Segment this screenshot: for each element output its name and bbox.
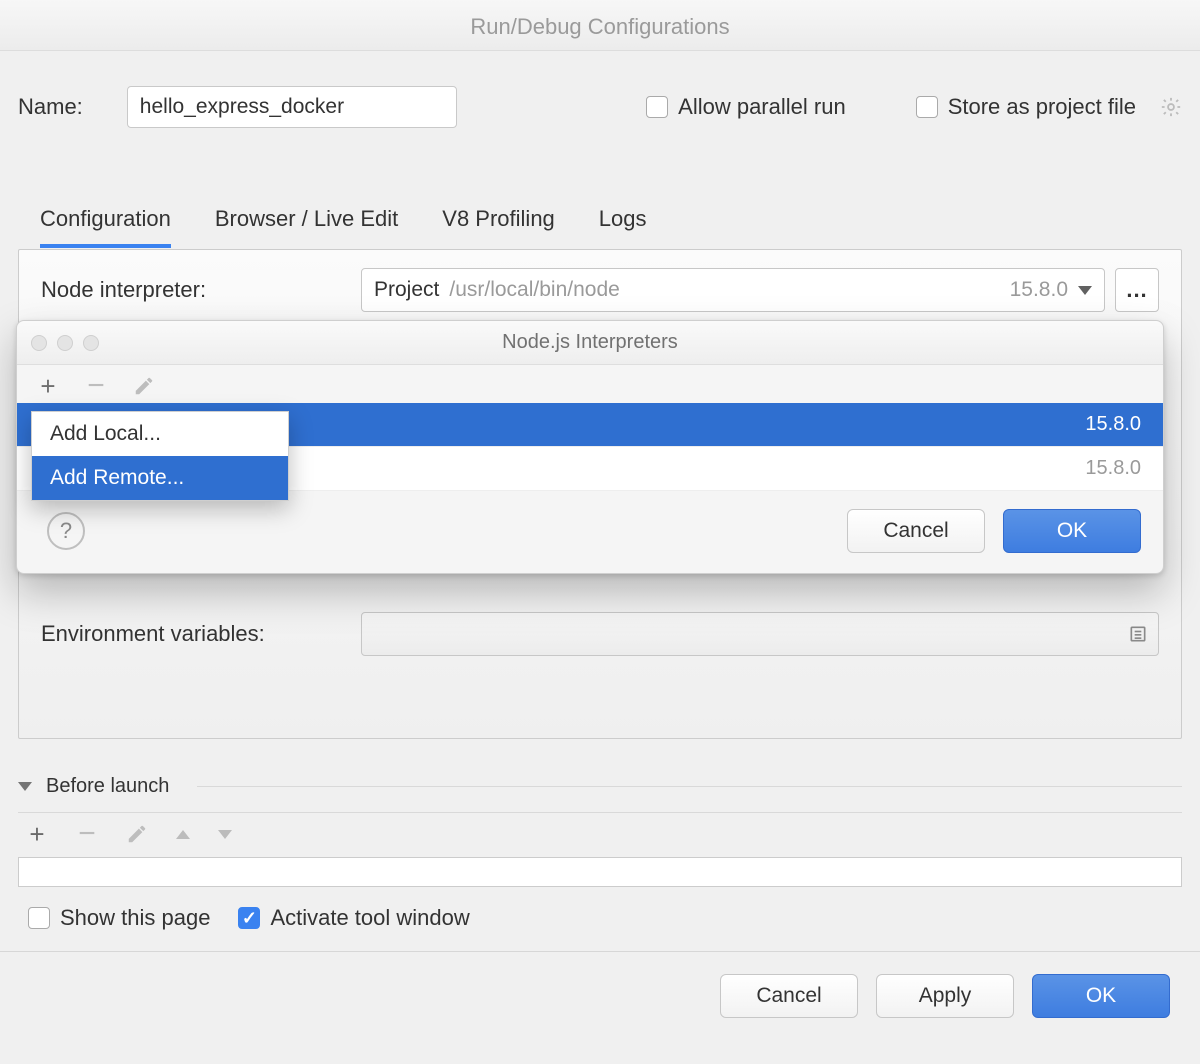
name-label: Name: <box>18 94 83 120</box>
window-controls[interactable] <box>17 335 99 351</box>
allow-parallel-checkbox[interactable]: Allow parallel run <box>646 94 846 120</box>
dialog-body: Name: Allow parallel run Store as projec… <box>0 51 1200 1018</box>
tab-logs[interactable]: Logs <box>599 198 647 248</box>
bl-edit-button <box>126 823 148 845</box>
config-tabs: Configuration Browser / Live Edit V8 Pro… <box>18 198 1182 249</box>
env-vars-field[interactable] <box>361 612 1159 656</box>
before-launch-list[interactable] <box>18 857 1182 887</box>
interpreters-modal: Node.js Interpreters + − in/node 15.8.0 … <box>16 320 1164 574</box>
dialog-title: Run/Debug Configurations <box>0 0 1200 51</box>
modal-toolbar: + − <box>17 365 1163 403</box>
name-row: Name: Allow parallel run Store as projec… <box>0 51 1200 138</box>
menu-add-remote[interactable]: Add Remote... <box>32 456 288 500</box>
chevron-down-icon <box>18 782 32 791</box>
add-context-menu: Add Local... Add Remote... <box>31 411 289 501</box>
checkbox-unchecked-icon <box>646 96 668 118</box>
interpreter-path: /usr/local/bin/node <box>449 278 619 302</box>
remove-button[interactable]: − <box>85 375 107 397</box>
modal-ok-button[interactable]: OK <box>1003 509 1141 553</box>
divider <box>197 786 1182 787</box>
node-interpreter-row: Node interpreter: Project /usr/local/bin… <box>41 268 1159 312</box>
chevron-down-icon <box>1078 286 1092 295</box>
before-launch-section: Before launch + − Show this page Activat… <box>18 775 1182 931</box>
checkbox-checked-icon <box>238 907 260 929</box>
store-as-project-label: Store as project file <box>948 94 1136 120</box>
name-input[interactable] <box>127 86 457 128</box>
cancel-button[interactable]: Cancel <box>720 974 858 1018</box>
activate-tool-window-label: Activate tool window <box>270 905 469 931</box>
window-minimize-icon[interactable] <box>57 335 73 351</box>
modal-cancel-button[interactable]: Cancel <box>847 509 985 553</box>
modal-title: Node.js Interpreters <box>17 331 1163 354</box>
edit-button[interactable] <box>133 375 155 397</box>
before-launch-options: Show this page Activate tool window <box>18 905 1182 931</box>
list-icon <box>1128 624 1148 644</box>
tab-v8-profiling[interactable]: V8 Profiling <box>442 198 555 248</box>
before-launch-header[interactable]: Before launch <box>18 775 1182 798</box>
bl-remove-button: − <box>76 823 98 845</box>
before-launch-title: Before launch <box>46 775 169 798</box>
modal-titlebar[interactable]: Node.js Interpreters <box>17 321 1163 365</box>
checkbox-unchecked-icon <box>916 96 938 118</box>
interpreter-version: 15.8.0 <box>1010 278 1068 302</box>
window-zoom-icon[interactable] <box>83 335 99 351</box>
allow-parallel-label: Allow parallel run <box>678 94 846 120</box>
menu-add-local[interactable]: Add Local... <box>32 412 288 456</box>
bl-add-button[interactable]: + <box>26 823 48 845</box>
show-this-page-checkbox[interactable]: Show this page <box>28 905 210 931</box>
interpreter-version: 15.8.0 <box>1085 413 1141 436</box>
tab-configuration[interactable]: Configuration <box>40 198 171 248</box>
add-button[interactable]: + <box>37 375 59 397</box>
arrow-down-icon <box>218 830 232 839</box>
before-launch-toolbar: + − <box>18 812 1182 855</box>
gear-icon[interactable] <box>1160 96 1182 118</box>
dialog-footer: Cancel Apply OK <box>0 952 1200 1018</box>
node-interpreter-combo[interactable]: Project /usr/local/bin/node 15.8.0 <box>361 268 1105 312</box>
help-icon[interactable]: ? <box>47 512 85 550</box>
modal-button-row: ? Cancel OK <box>17 491 1163 573</box>
apply-button[interactable]: Apply <box>876 974 1014 1018</box>
show-this-page-label: Show this page <box>60 905 210 931</box>
interpreter-version: 15.8.0 <box>1085 457 1141 480</box>
activate-tool-window-checkbox[interactable]: Activate tool window <box>238 905 469 931</box>
env-vars-label: Environment variables: <box>41 621 361 647</box>
browse-button[interactable]: ... <box>1115 268 1159 312</box>
arrow-up-icon <box>176 830 190 839</box>
tab-browser-live-edit[interactable]: Browser / Live Edit <box>215 198 398 248</box>
node-interpreter-label: Node interpreter: <box>41 277 361 303</box>
window-close-icon[interactable] <box>31 335 47 351</box>
store-as-project-checkbox[interactable]: Store as project file <box>916 94 1136 120</box>
interpreter-prefix: Project <box>374 278 439 302</box>
ok-button[interactable]: OK <box>1032 974 1170 1018</box>
checkbox-unchecked-icon <box>28 907 50 929</box>
env-vars-row: Environment variables: <box>41 612 1159 656</box>
